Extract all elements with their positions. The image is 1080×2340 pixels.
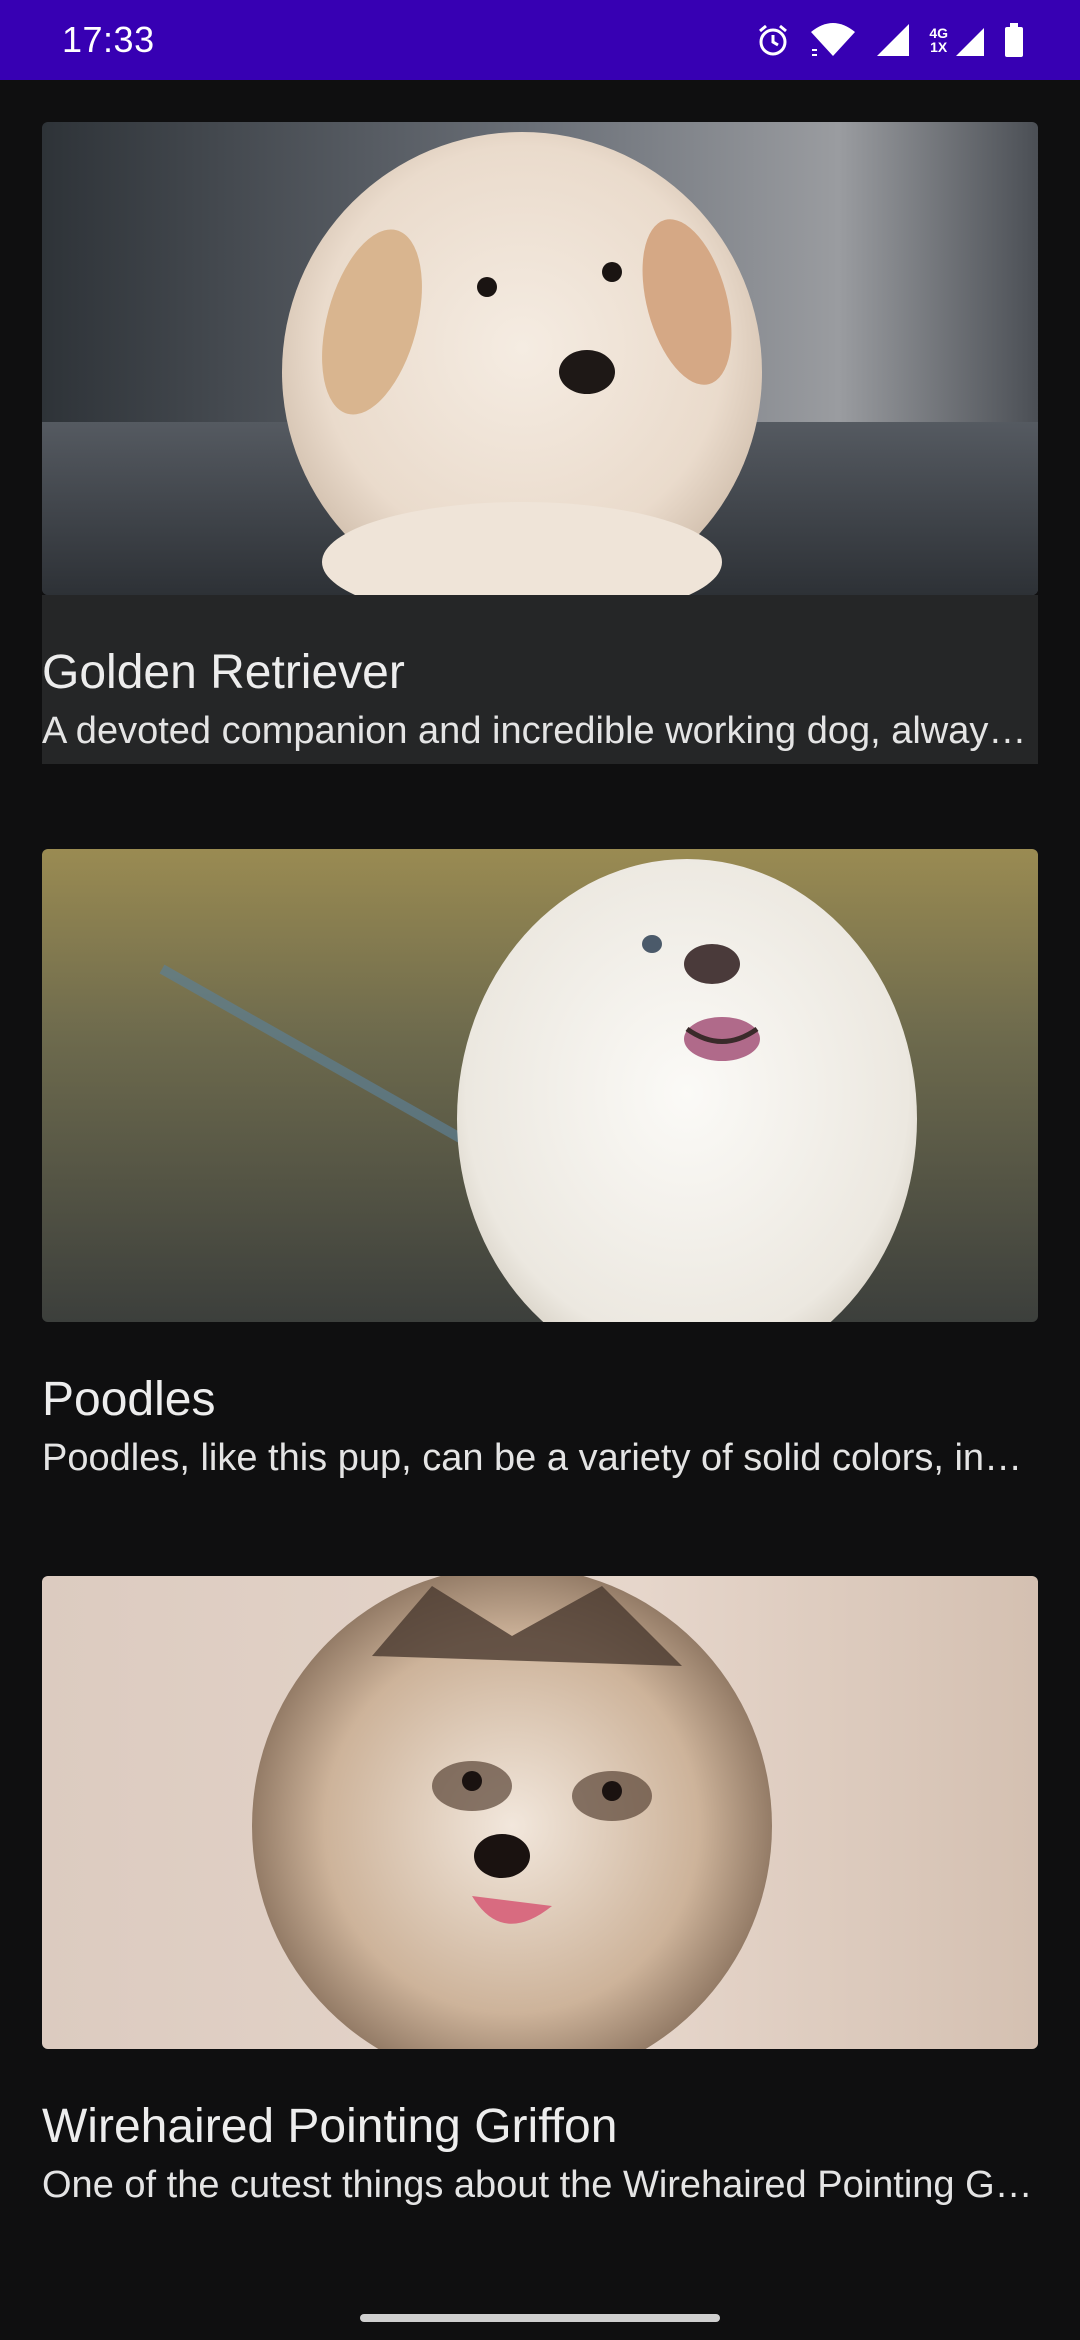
- network-type-top: 4G: [929, 25, 948, 41]
- dog-image: [42, 122, 1038, 595]
- status-bar: 17:33 4G 1X: [0, 0, 1080, 80]
- dog-card[interactable]: Wirehaired Pointing Griffon One of the c…: [42, 1576, 1038, 2218]
- network-type-label: 4G 1X: [929, 26, 948, 54]
- dog-description: A devoted companion and incredible worki…: [42, 710, 1038, 752]
- dog-card[interactable]: Golden Retriever A devoted companion and…: [42, 122, 1038, 764]
- dog-title: Poodles: [42, 1373, 216, 1426]
- dog-card-body: Golden Retriever A devoted companion and…: [42, 595, 1038, 764]
- home-indicator[interactable]: [360, 2314, 720, 2322]
- dog-card-body: Wirehaired Pointing Griffon One of the c…: [42, 2049, 1038, 2218]
- wifi-icon: [809, 22, 857, 58]
- dog-description: One of the cutest things about the Wireh…: [42, 2164, 1038, 2206]
- dog-card[interactable]: Poodles Poodles, like this pup, can be a…: [42, 849, 1038, 1491]
- signal-secondary-icon: [954, 22, 986, 58]
- battery-icon: [1004, 22, 1024, 58]
- dog-description: Poodles, like this pup, can be a variety…: [42, 1437, 1038, 1479]
- dog-list[interactable]: Golden Retriever A devoted companion and…: [42, 122, 1038, 2303]
- signal-icon: [875, 22, 911, 58]
- dog-title: Wirehaired Pointing Griffon: [42, 2100, 618, 2153]
- dog-title: Golden Retriever: [42, 646, 405, 699]
- dog-card-body: Poodles Poodles, like this pup, can be a…: [42, 1322, 1038, 1491]
- dog-image: [42, 849, 1038, 1322]
- status-icons: 4G 1X: [755, 22, 1024, 58]
- dog-image: [42, 1576, 1038, 2049]
- status-time: 17:33: [62, 19, 155, 60]
- network-type-bottom: 1X: [930, 39, 948, 55]
- alarm-icon: [755, 22, 791, 58]
